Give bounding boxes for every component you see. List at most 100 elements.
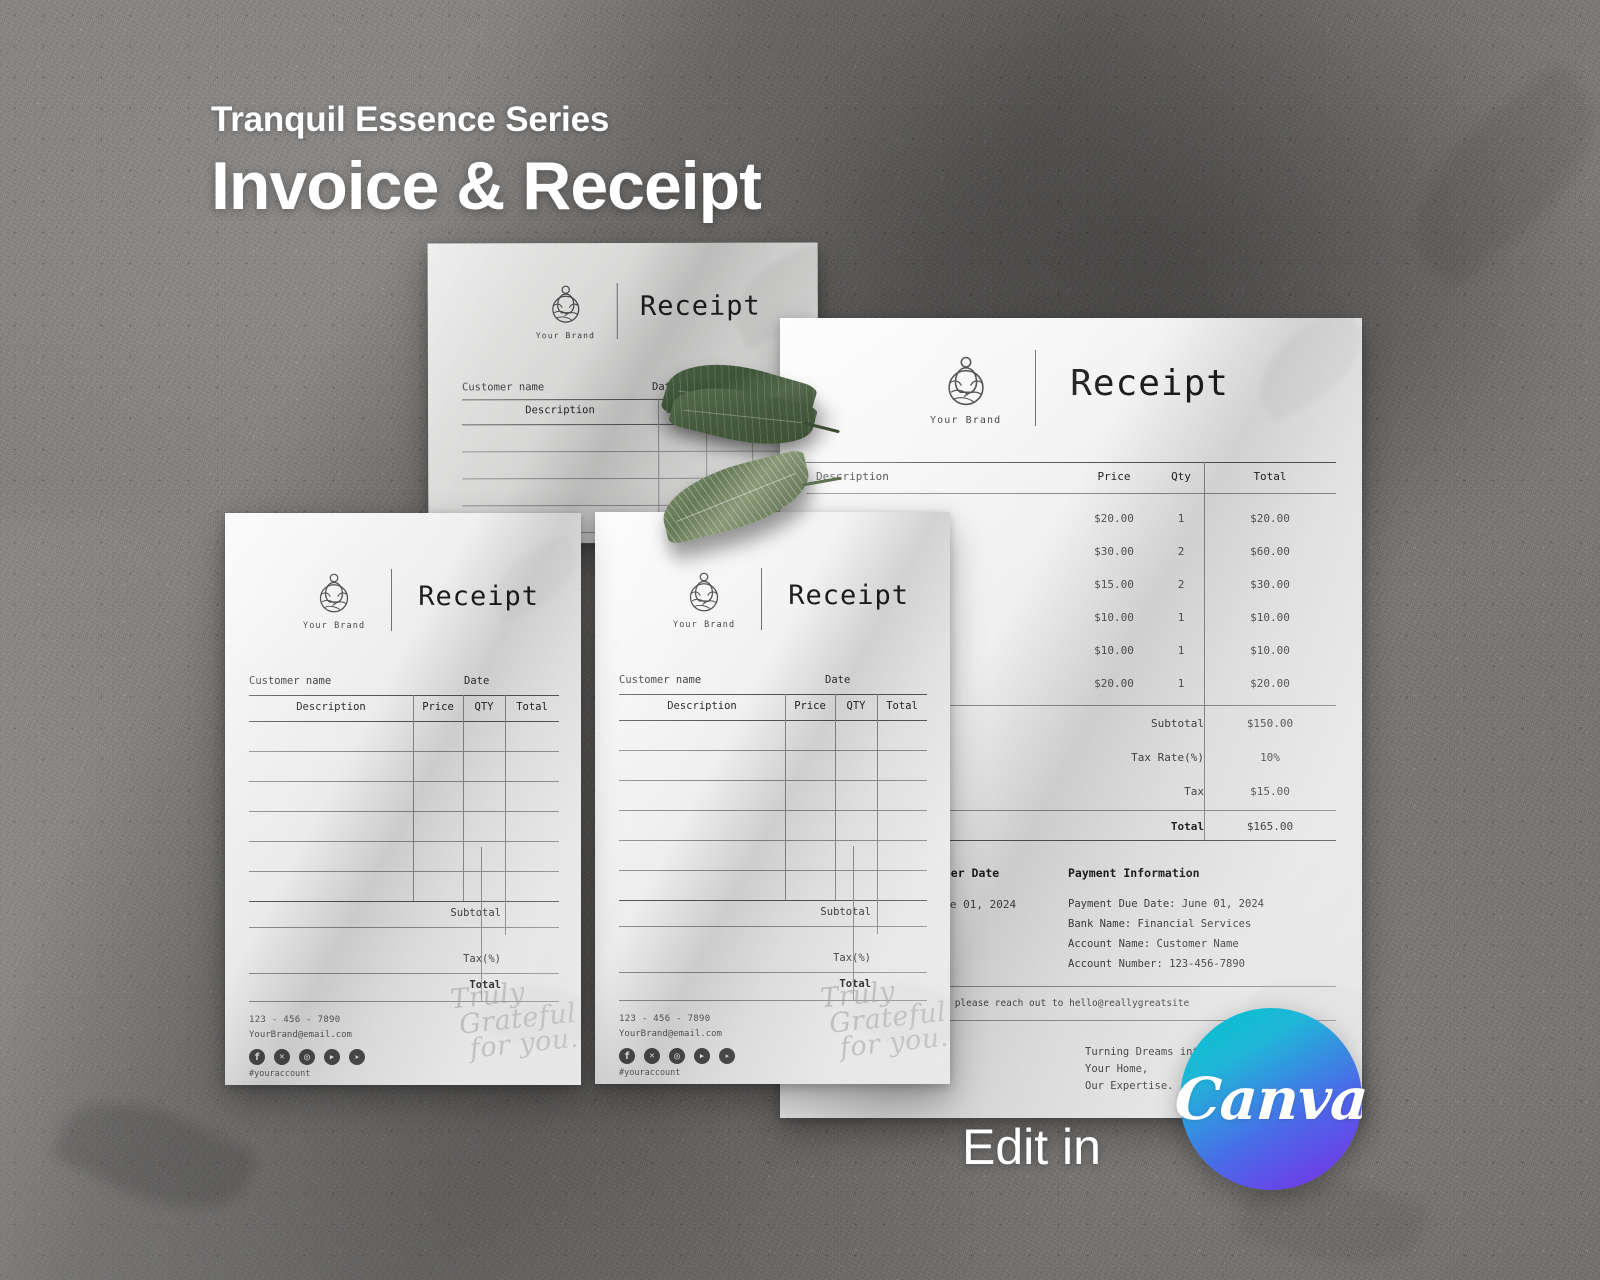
facebook-icon[interactable]: f — [249, 1049, 265, 1065]
social-links[interactable]: f ✕ ◎ ▶ ➤ — [619, 1048, 735, 1064]
meditating-figure-logo-icon — [689, 572, 719, 612]
receipt-table[interactable]: Description Price QTY Total Subtotal — [619, 694, 927, 934]
column-header-qty: QTY — [846, 700, 866, 712]
brand-name: Your Brand — [535, 331, 596, 341]
header-divider — [761, 568, 763, 630]
date-label: Date — [825, 674, 851, 686]
social-links[interactable]: f ✕ ◎ ▶ ➤ — [249, 1049, 365, 1065]
receipt-card-back[interactable]: Your Brand Receipt Customer name Date De… — [427, 242, 819, 544]
facebook-icon[interactable]: f — [619, 1048, 635, 1064]
table-rule — [249, 871, 559, 872]
social-handle: #youraccount — [249, 1069, 311, 1079]
table-column-rule — [481, 847, 482, 1001]
receipt-header: Your Brand Receipt — [673, 568, 909, 630]
receipt-header: Your Brand Receipt — [536, 281, 761, 340]
document-type-label: Receipt — [418, 580, 539, 612]
table-rule — [249, 901, 559, 902]
document-type-label: Receipt — [639, 290, 761, 322]
table-rule — [619, 900, 927, 901]
contact-phone: 123 - 456 - 7890 — [619, 1014, 711, 1024]
cell-qty: 1 — [1177, 611, 1185, 624]
telegram-icon[interactable]: ➤ — [719, 1048, 735, 1064]
summary-label: Tax — [1184, 785, 1204, 798]
date-label: Date — [464, 675, 490, 687]
table-rule — [619, 870, 927, 871]
table-rule — [249, 811, 559, 812]
table-rule — [619, 780, 927, 781]
thanks-script: Truly Grateful for you. — [819, 974, 950, 1064]
summary-label-subtotal: Subtotal — [450, 907, 501, 919]
instagram-icon[interactable]: ◎ — [669, 1048, 685, 1064]
receipt-card-middle[interactable]: Your Brand Receipt Customer name Date De… — [595, 512, 950, 1084]
table-column-rule — [785, 694, 786, 900]
document-type-label: Receipt — [788, 579, 909, 611]
tagline-line: Turning Dreams into — [1085, 1046, 1206, 1058]
table-rule — [462, 450, 785, 453]
column-header-total: Total — [1253, 470, 1287, 483]
table-column-rule — [835, 694, 836, 900]
meditating-figure-logo-icon — [551, 285, 579, 323]
canva-badge[interactable]: Canva — [1173, 1008, 1369, 1190]
table-rule — [249, 695, 559, 696]
brand-name: Your Brand — [930, 414, 1002, 426]
header-divider — [391, 569, 393, 631]
cell-total: $30.00 — [1250, 578, 1290, 591]
receipt-table[interactable]: Description Price QTY Total Subtotal — [249, 695, 559, 935]
youtube-icon[interactable]: ▶ — [324, 1049, 340, 1065]
brand-block: Your Brand — [303, 569, 365, 631]
brand-block: Your Brand — [536, 281, 595, 340]
cell-qty: 2 — [1177, 545, 1185, 558]
table-rule — [619, 694, 927, 695]
table-rule — [619, 840, 927, 841]
cell-total: $10.00 — [1250, 644, 1290, 657]
table-rule — [462, 477, 785, 480]
x-twitter-icon[interactable]: ✕ — [644, 1048, 660, 1064]
summary-value: 10% — [1260, 751, 1280, 764]
social-handle: #youraccount — [619, 1068, 681, 1078]
column-header-description: Description — [525, 404, 595, 417]
instagram-icon[interactable]: ◎ — [299, 1049, 315, 1065]
cell-qty: 1 — [1177, 677, 1185, 690]
cell-total: $20.00 — [1250, 512, 1290, 525]
telegram-icon[interactable]: ➤ — [349, 1049, 365, 1065]
series-eyebrow: Tranquil Essence Series — [211, 100, 610, 139]
column-header-total: Total — [886, 700, 918, 712]
invoice-header: Your Brand Receipt — [930, 350, 1229, 426]
table-column-rule — [505, 695, 506, 935]
cell-price: $15.00 — [1094, 578, 1134, 591]
cell-total: $10.00 — [1250, 611, 1290, 624]
table-rule — [249, 781, 559, 782]
x-twitter-icon[interactable]: ✕ — [274, 1049, 290, 1065]
document-type-label: Receipt — [1070, 362, 1229, 404]
brand-block: Your Brand — [673, 568, 735, 630]
column-header-price: Price — [666, 403, 698, 416]
customer-name-label: Customer name — [461, 381, 545, 394]
payment-account-name: Account Name: Customer Name — [1068, 938, 1239, 950]
youtube-icon[interactable]: ▶ — [694, 1048, 710, 1064]
table-column-rule — [463, 695, 464, 901]
table-rule — [619, 810, 927, 811]
cell-qty: 1 — [1177, 512, 1185, 525]
table-rule — [462, 423, 785, 426]
cell-price: $20.00 — [1094, 512, 1134, 525]
payment-due-date: Payment Due Date: June 01, 2024 — [1068, 898, 1264, 910]
summary-label-tax: Tax(%) — [463, 953, 501, 965]
cell-qty: 1 — [1177, 644, 1185, 657]
receipt-card-front-left[interactable]: Your Brand Receipt Customer name Date De… — [225, 513, 581, 1085]
receipt-meta-row: Customer name Date — [619, 674, 927, 686]
customer-name-label: Customer name — [249, 675, 332, 687]
page-title: Invoice & Receipt — [211, 148, 762, 224]
scene: Tranquil Essence Series Invoice & Receip… — [0, 0, 1600, 1280]
table-rule — [619, 750, 927, 751]
header-divider — [1035, 350, 1037, 426]
summary-value: $150.00 — [1246, 717, 1294, 730]
table-column-rule — [413, 695, 414, 901]
summary-value: $15.00 — [1250, 785, 1290, 798]
column-header-price: Price — [422, 701, 454, 713]
table-rule — [806, 462, 1336, 463]
table-rule — [462, 398, 785, 401]
table-column-rule — [877, 694, 878, 934]
contact-email: YourBrand@email.com — [619, 1029, 722, 1039]
column-header-price: Price — [794, 700, 826, 712]
cell-price: $30.00 — [1094, 545, 1134, 558]
